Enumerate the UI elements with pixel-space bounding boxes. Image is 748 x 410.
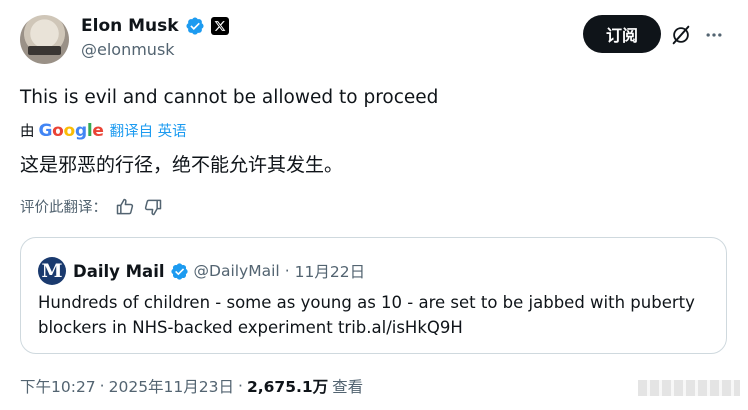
tweet-meta: 下午10:27 · 2025年11月23日 · 2,675.1万 查看 <box>20 375 363 397</box>
quoted-author-name[interactable]: Daily Mail <box>73 262 165 281</box>
more-icon[interactable] <box>703 25 725 45</box>
google-letter: o <box>52 120 64 141</box>
rate-translation-row: 评价此翻译： <box>20 196 163 217</box>
separator-dot: · <box>99 377 105 395</box>
translated-by-label: 由 <box>20 124 35 140</box>
x-logo-icon <box>210 17 229 35</box>
google-letter: e <box>92 120 104 141</box>
views-label: 查看 <box>332 378 364 396</box>
separator-dot: · <box>284 262 290 280</box>
thumbs-up-icon[interactable] <box>115 197 135 217</box>
quoted-author-handle[interactable]: @DailyMail <box>194 262 280 280</box>
daily-mail-logo: M <box>38 257 66 285</box>
grok-icon[interactable] <box>670 24 692 46</box>
author-handle[interactable]: @elonmusk <box>81 40 175 59</box>
thumbs-down-icon[interactable] <box>143 197 163 217</box>
google-letter: g <box>74 120 87 141</box>
separator-dot: · <box>238 377 243 395</box>
translated-from-link[interactable]: 翻译自 英语 <box>110 120 187 141</box>
google-letter: G <box>38 120 53 141</box>
tweet-time[interactable]: 下午10:27 <box>20 375 96 397</box>
quoted-tweet-text: Hundreds of children - some as young as … <box>38 293 695 337</box>
tweet-date[interactable]: 2025年11月23日 <box>109 375 234 397</box>
translated-text: 这是邪恶的行径，绝不能允许其发生。 <box>20 154 344 176</box>
verified-badge-icon <box>186 17 204 35</box>
watermark <box>638 380 740 396</box>
translation-attribution: 由 Google 翻译自 英语 <box>20 120 187 141</box>
quoted-date[interactable]: 11月22日 <box>295 260 365 282</box>
verified-badge-icon <box>170 262 188 280</box>
quoted-tweet-header: M Daily Mail @DailyMail · 11月22日 <box>38 257 365 285</box>
author-name-row: Elon Musk <box>81 14 229 38</box>
avatar[interactable] <box>20 15 69 64</box>
google-letter: o <box>63 120 76 141</box>
quoted-tweet[interactable]: M Daily Mail @DailyMail · 11月22日 Hundred… <box>20 237 727 354</box>
subscribe-button[interactable]: 订阅 <box>583 15 661 53</box>
google-logo: Google <box>39 121 104 141</box>
rate-translation-label: 评价此翻译： <box>20 200 107 216</box>
author-name[interactable]: Elon Musk <box>81 16 179 36</box>
tweet-text: This is evil and cannot be allowed to pr… <box>20 87 439 108</box>
views-count: 2,675.1万 <box>246 378 329 396</box>
